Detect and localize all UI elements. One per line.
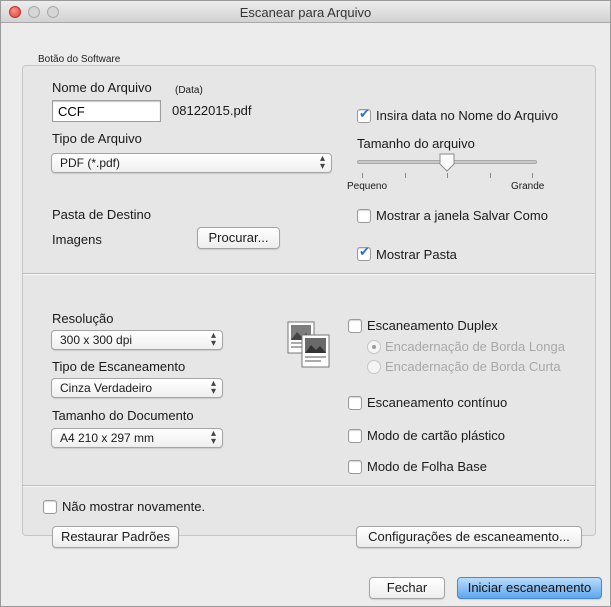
date-filename-suffix: 08122015.pdf	[172, 103, 252, 118]
destination-folder: Imagens	[52, 232, 102, 247]
select-arrows-icon: ▴ ▾	[210, 330, 216, 349]
document-size-label: Tamanho do Documento	[52, 408, 194, 423]
document-size-select[interactable]: A4 210 x 297 mm ▴ ▾	[51, 428, 223, 448]
section-divider	[23, 485, 595, 487]
plastic-card-checkbox[interactable]	[348, 429, 362, 443]
slider-tick	[447, 173, 448, 178]
scan-settings-button[interactable]: Configurações de escaneamento...	[356, 526, 582, 548]
show-save-as-label: Mostrar a janela Salvar Como	[376, 208, 548, 223]
file-type-label: Tipo de Arquivo	[52, 131, 142, 146]
window-title: Escanear para Arquivo	[239, 5, 372, 20]
short-edge-radio[interactable]	[367, 360, 381, 374]
insert-date-checkbox[interactable]	[357, 107, 371, 123]
resolution-select[interactable]: 300 x 300 dpi ▴ ▾	[51, 330, 223, 350]
restore-defaults-button[interactable]: Restaurar Padrões	[52, 526, 179, 548]
short-edge-label: Encadernação de Borda Curta	[385, 359, 561, 374]
browse-button[interactable]: Procurar...	[197, 227, 280, 249]
title-bar[interactable]: Escanear para Arquivo	[1, 1, 610, 23]
close-button[interactable]: Fechar	[369, 577, 445, 599]
document-size-value: A4 210 x 297 mm	[60, 431, 155, 445]
dont-show-again-label: Não mostrar novamente.	[62, 499, 206, 514]
show-save-as-checkbox[interactable]	[357, 209, 371, 223]
slider-tick	[362, 173, 363, 178]
select-arrows-icon: ▴ ▾	[210, 378, 216, 397]
scan-type-select[interactable]: Cinza Verdadeiro ▴ ▾	[51, 378, 223, 398]
show-folder-checkbox[interactable]	[357, 245, 371, 261]
show-folder-label: Mostrar Pasta	[376, 247, 457, 262]
duplex-checkbox[interactable]	[348, 319, 362, 333]
slider-tick	[532, 173, 533, 178]
file-name-label: Nome do Arquivo	[52, 80, 152, 95]
long-edge-radio[interactable]	[367, 340, 381, 354]
continuous-scan-checkbox[interactable]	[348, 396, 362, 410]
dialog-window: Escanear para Arquivo Botão do Software …	[0, 0, 611, 607]
section-divider	[23, 273, 595, 275]
dont-show-again-checkbox[interactable]	[43, 500, 57, 514]
destination-label: Pasta de Destino	[52, 207, 152, 222]
size-large-label: Grande	[511, 181, 545, 192]
file-type-value: PDF (*.pdf)	[60, 156, 121, 170]
insert-date-label: Insira data no Nome do Arquivo	[376, 108, 559, 123]
size-small-label: Pequeno	[347, 181, 388, 192]
duplex-label: Escaneamento Duplex	[367, 318, 498, 333]
file-type-select[interactable]: PDF (*.pdf) ▴ ▾	[51, 153, 332, 173]
select-arrows-icon: ▴ ▾	[210, 428, 216, 447]
continuous-scan-label: Escaneamento contínuo	[367, 395, 508, 410]
plastic-card-label: Modo de cartão plástico	[367, 428, 506, 443]
carrier-sheet-label: Modo de Folha Base	[367, 459, 487, 474]
duplex-document-icon	[287, 321, 330, 368]
slider-tick	[490, 173, 491, 178]
date-hint-label: (Data)	[175, 85, 203, 96]
file-name-input[interactable]	[52, 100, 161, 122]
carrier-sheet-checkbox[interactable]	[348, 460, 362, 474]
scan-type-label: Tipo de Escaneamento	[52, 359, 186, 374]
long-edge-label: Encadernação de Borda Longa	[385, 339, 565, 354]
resolution-value: 300 x 300 dpi	[60, 333, 133, 347]
resolution-label: Resolução	[52, 311, 114, 326]
file-size-label: Tamanho do arquivo	[357, 136, 475, 151]
select-arrows-icon: ▴ ▾	[319, 153, 325, 172]
slider-tick	[405, 173, 406, 178]
scan-type-value: Cinza Verdadeiro	[60, 381, 153, 395]
start-scan-button[interactable]: Iniciar escaneamento	[457, 577, 602, 599]
group-label: Botão do Software	[38, 54, 121, 65]
file-size-slider-thumb[interactable]	[438, 153, 456, 173]
